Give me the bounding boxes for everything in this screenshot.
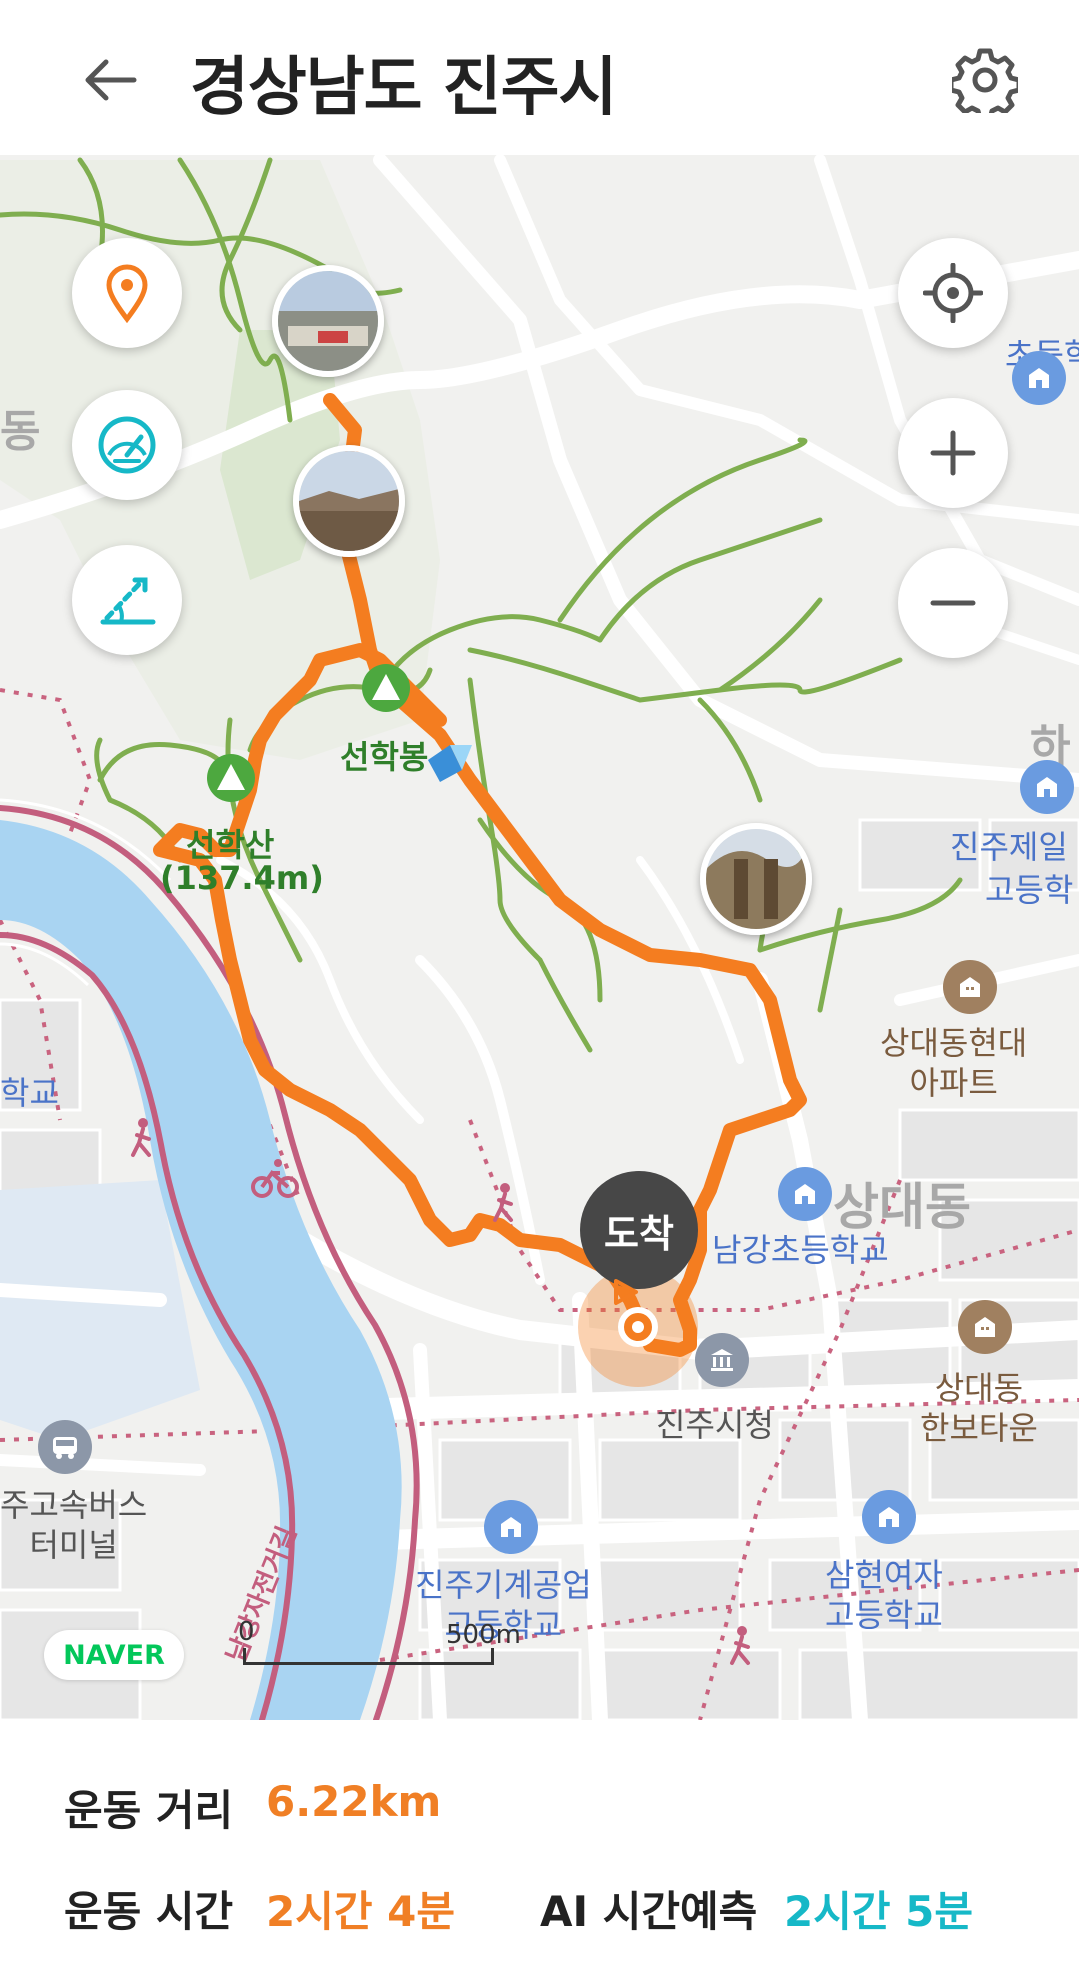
map-scale-bar — [243, 1648, 494, 1665]
zoom-out-icon — [930, 600, 976, 606]
photo-thumbnail — [299, 451, 399, 551]
hiker-icon — [493, 1183, 513, 1222]
page-title: 경상남도 진주시 — [190, 51, 617, 125]
map-label: 학교 — [0, 1074, 59, 1112]
map-view[interactable]: 선학봉 선학산 (137.4m) 초등학 하 동 진주제일 고등학 상대동현대 … — [0, 155, 1079, 1720]
school-poi-icon[interactable] — [484, 1500, 538, 1554]
mountain-peak-icon — [362, 664, 410, 712]
route-photo-marker[interactable] — [700, 823, 812, 935]
school-poi-icon[interactable] — [778, 1167, 832, 1221]
stats-panel: 운동 거리 6.22km 운동 시간 2시간 4분 AI 시간예측 2시간 5분 — [0, 1720, 1079, 1982]
school-poi-icon[interactable] — [1020, 760, 1074, 814]
photo-thumbnail — [278, 271, 378, 371]
route-photo-marker[interactable] — [272, 265, 384, 377]
zoom-in-button[interactable] — [898, 398, 1008, 508]
naver-logo: NAVER — [44, 1630, 184, 1680]
arrow-left-icon — [85, 59, 137, 101]
ai-prediction-value: 2시간 5분 — [784, 1887, 973, 1936]
map-label: 고등학 — [985, 871, 1074, 909]
hiker-icon — [730, 1626, 750, 1665]
current-location-button[interactable] — [898, 238, 1008, 348]
map-label: 주고속버스 터미널 — [0, 1486, 148, 1564]
apartment-poi-icon[interactable] — [958, 1300, 1012, 1354]
distance-value: 6.22km — [266, 1777, 442, 1826]
photo-thumbnail — [706, 829, 806, 929]
map-label: 진주시청 — [656, 1406, 774, 1444]
arrival-text: 도착 — [604, 1211, 674, 1256]
location-pin-icon — [106, 264, 148, 323]
map-label: 진주제일 — [950, 828, 1068, 866]
arrival-badge[interactable]: 도착 — [580, 1171, 698, 1289]
mountain-peak-icon — [207, 754, 255, 802]
zoom-in-icon — [930, 430, 976, 476]
scale-end-label: 500m — [446, 1620, 521, 1650]
gear-icon — [952, 48, 1018, 113]
start-arrow-icon — [614, 1279, 638, 1305]
end-point-marker[interactable] — [618, 1307, 658, 1347]
cityhall-poi-icon[interactable] — [695, 1333, 749, 1387]
peak-label: 선학봉 — [340, 738, 429, 776]
bike-icon — [251, 1159, 299, 1198]
slope-button[interactable] — [72, 545, 182, 655]
time-value: 2시간 4분 — [266, 1887, 455, 1936]
time-label: 운동 시간 — [64, 1887, 234, 1936]
back-button[interactable] — [70, 40, 150, 120]
crosshair-icon — [923, 263, 983, 323]
distance-label: 운동 거리 — [64, 1786, 234, 1835]
map-label: 상대동 한보타운 — [920, 1369, 1038, 1447]
map-label: 삼현여자 고등학교 — [825, 1556, 943, 1634]
speedometer-icon — [98, 416, 156, 474]
bus-terminal-poi-icon[interactable] — [38, 1420, 92, 1474]
apartment-poi-icon[interactable] — [943, 960, 997, 1014]
school-poi-icon[interactable] — [862, 1490, 916, 1544]
route-photo-marker[interactable] — [293, 445, 405, 557]
slope-icon — [100, 577, 156, 625]
map-label: 남강초등학교 — [712, 1231, 889, 1269]
map-label: 상대동현대 아파트 — [880, 1024, 1028, 1102]
hiker-icon — [131, 1118, 151, 1157]
app-header: 경상남도 진주시 — [0, 0, 1079, 155]
speedometer-button[interactable] — [72, 390, 182, 500]
school-poi-icon[interactable] — [1012, 351, 1066, 405]
map-label: 동 — [0, 406, 41, 457]
zoom-out-button[interactable] — [898, 548, 1008, 658]
ai-prediction-label: AI 시간예측 — [540, 1887, 758, 1936]
peak-elevation: (137.4m) — [160, 859, 324, 897]
scale-start-label: 0 — [238, 1617, 255, 1647]
location-pin-button[interactable] — [72, 238, 182, 348]
settings-button[interactable] — [945, 40, 1025, 120]
map-base — [0, 155, 1079, 1720]
